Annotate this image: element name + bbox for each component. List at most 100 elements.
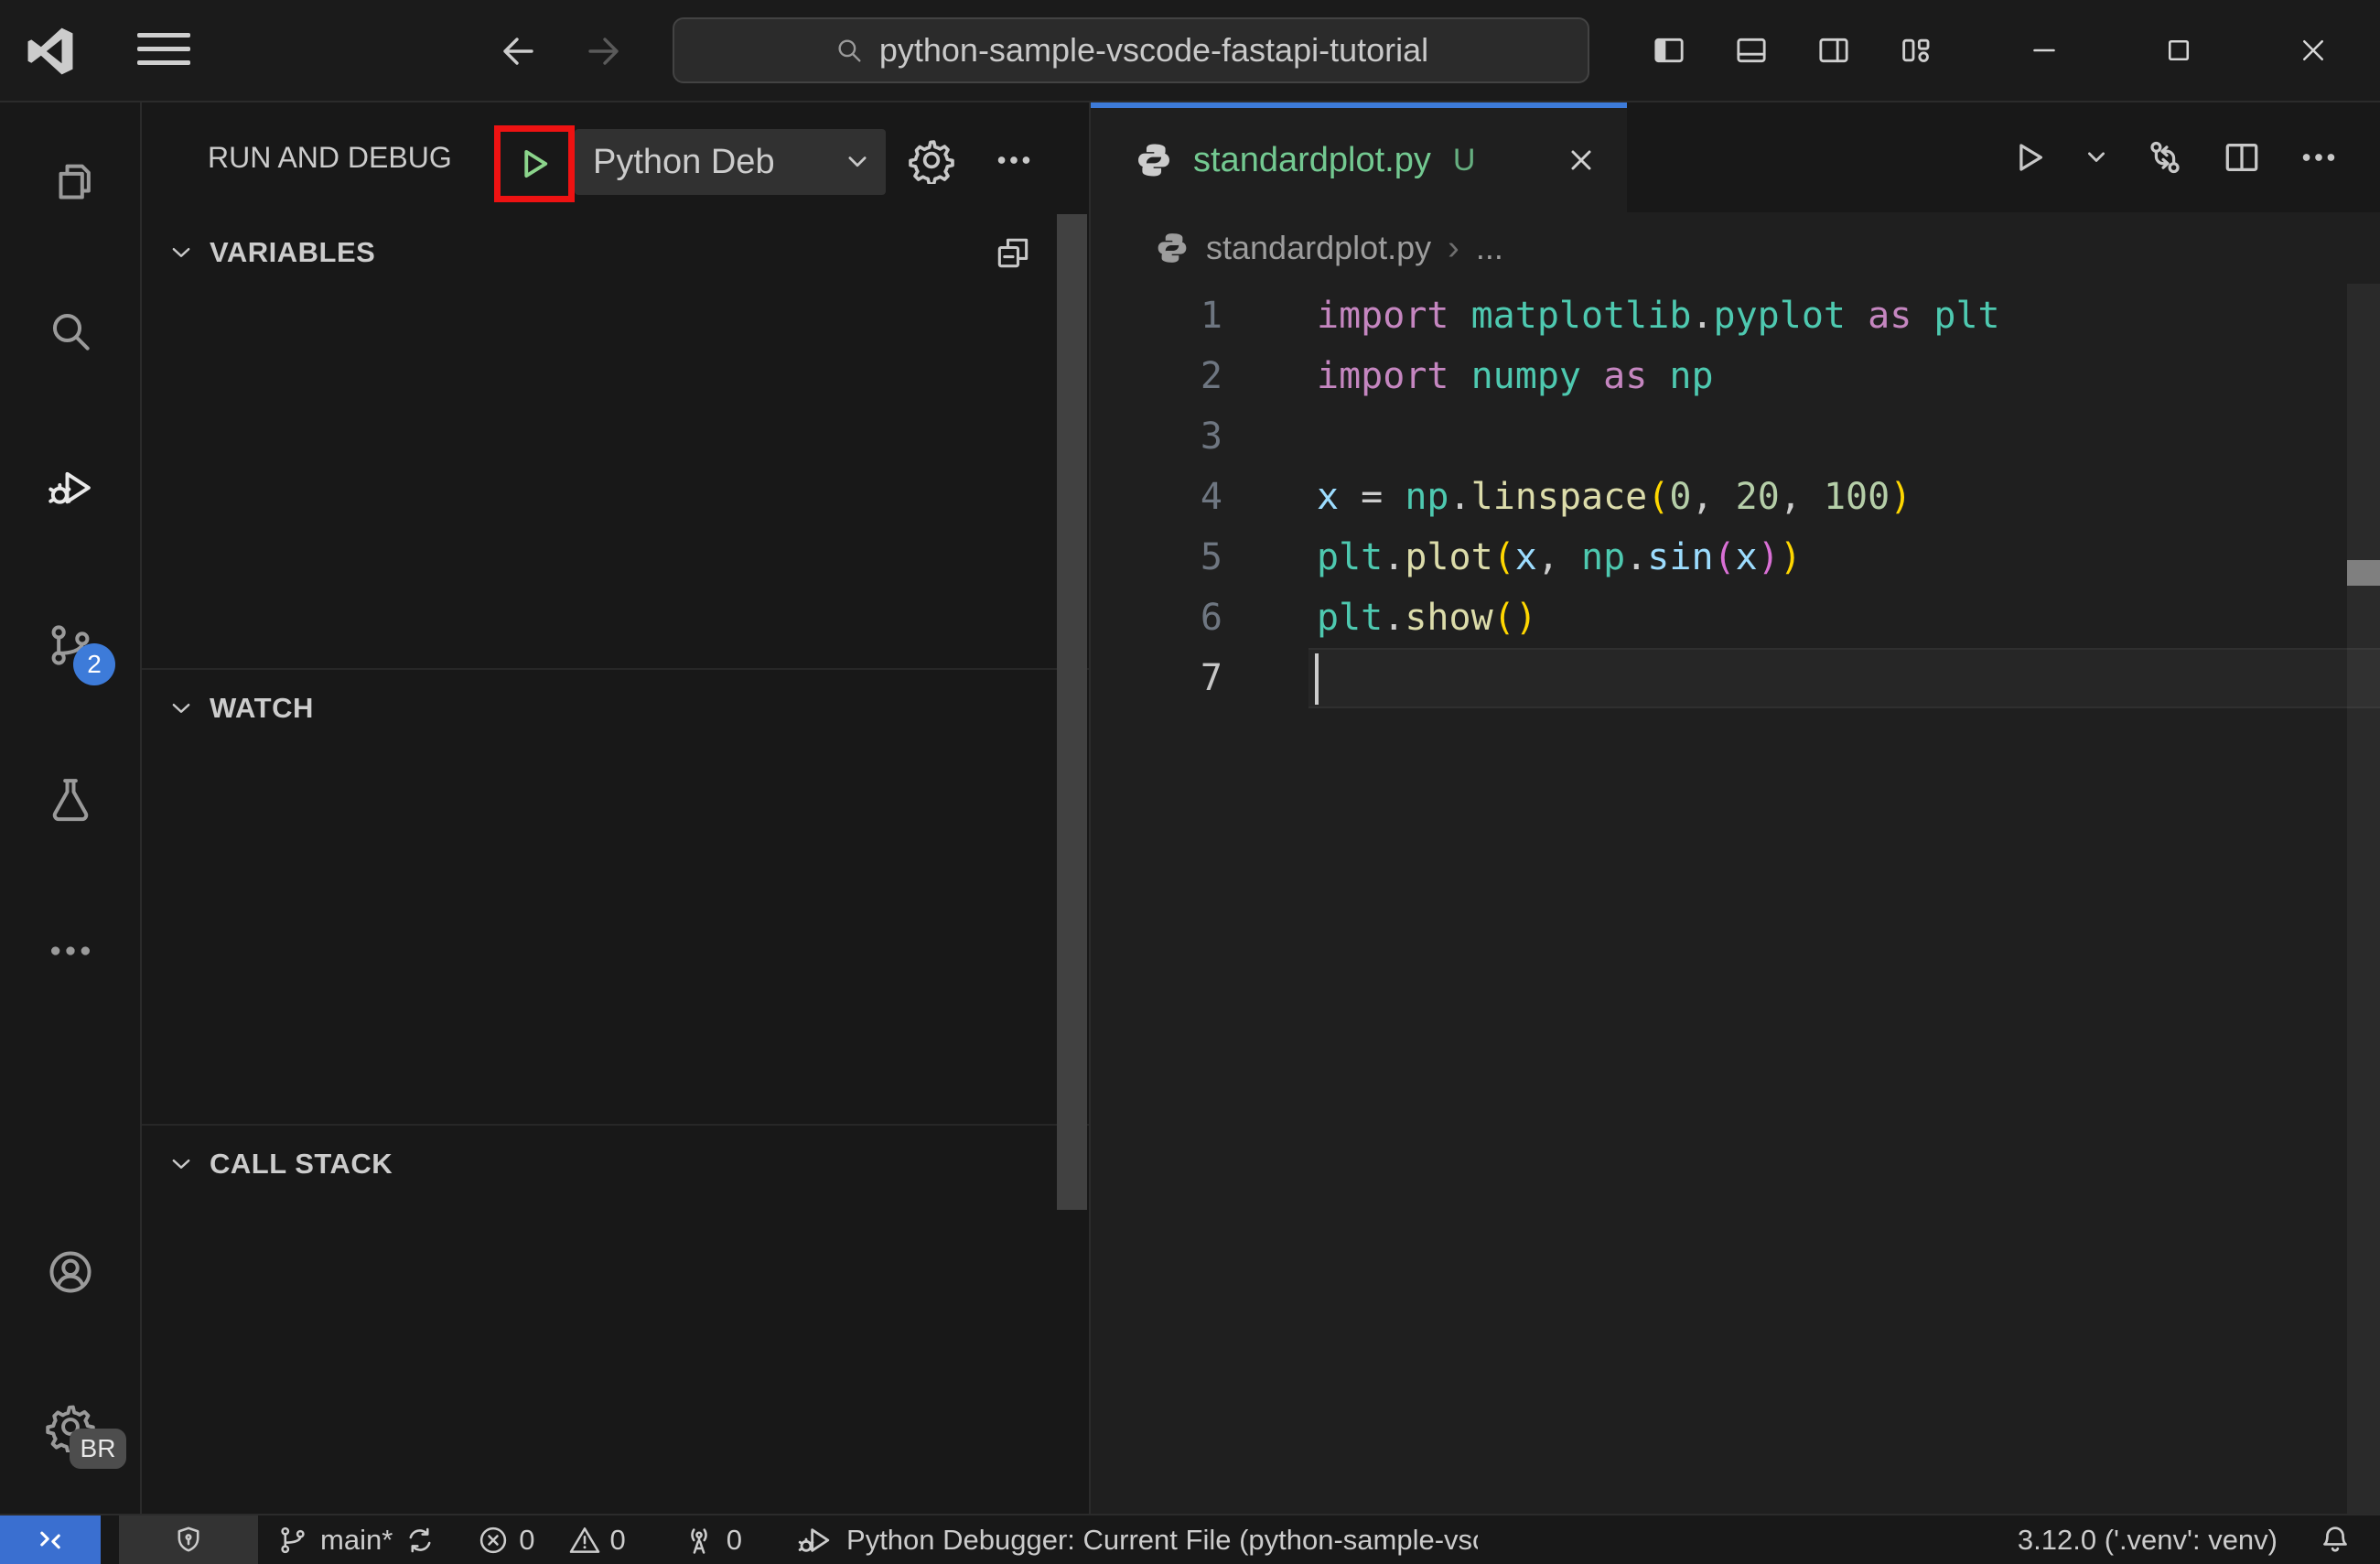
scrollbar-decoration: [2347, 560, 2380, 586]
problems-item[interactable]: 0 0: [477, 1515, 626, 1564]
ports-item[interactable]: 0: [683, 1515, 742, 1564]
debug-config-label: Python Deb: [593, 142, 775, 181]
code-line[interactable]: 5 plt.plot(x, np.sin(x)): [1091, 527, 2380, 588]
title-bar: python-sample-vscode-fastapi-tutorial: [0, 0, 2380, 102]
line-number: 5: [1200, 536, 1222, 578]
git-untracked-badge: U: [1452, 142, 1476, 178]
debug-icon: [45, 462, 96, 513]
activity-more-button[interactable]: [0, 922, 140, 980]
editor-more-icon[interactable]: [2298, 136, 2340, 178]
section-label: WATCH: [210, 692, 314, 724]
views-more-button[interactable]: [985, 132, 1042, 189]
maximize-icon: [2162, 34, 2195, 67]
search-icon: [45, 306, 96, 357]
menu-icon[interactable]: [137, 33, 190, 70]
customize-layout-icon[interactable]: [1898, 32, 1934, 69]
toggle-sidebar-icon[interactable]: [1651, 32, 1687, 69]
settings-button[interactable]: BR: [0, 1397, 140, 1469]
command-center-search[interactable]: python-sample-vscode-fastapi-tutorial: [673, 17, 1589, 83]
code-line[interactable]: 3: [1091, 406, 2380, 467]
sidebar-scrollbar[interactable]: [1057, 214, 1087, 1210]
git-branch-item[interactable]: main*: [276, 1515, 436, 1564]
debugger-status-text: Python Debugger: Current File (python-sa…: [846, 1523, 1479, 1556]
close-tab-icon[interactable]: [1565, 144, 1598, 177]
code-line[interactable]: 7: [1091, 648, 2380, 708]
section-variables[interactable]: VARIABLES: [142, 213, 1089, 292]
close-window-button[interactable]: [2245, 0, 2380, 101]
breadcrumb[interactable]: standardplot.py › ...: [1091, 212, 2380, 284]
chevron-down-icon: [167, 239, 195, 266]
run-dropdown-chevron-icon[interactable]: [2084, 145, 2109, 170]
sidebar-item-search[interactable]: [0, 302, 140, 361]
section-call-stack[interactable]: CALL STACK: [142, 1124, 1089, 1203]
tab-standardplot[interactable]: standardplot.py U: [1091, 102, 1627, 212]
code-lines[interactable]: 1 import matplotlib.pyplot as plt 2 import …: [1091, 284, 2380, 1514]
error-count: 0: [519, 1523, 535, 1556]
line-number: 1: [1200, 295, 1222, 337]
profile-badge: BR: [70, 1429, 126, 1469]
run-debug-sidebar: RUN AND DEBUG Python Deb VARIABLES WATCH…: [142, 102, 1091, 1514]
editor-group: standardplot.py U standardplot.py › ... …: [1091, 102, 2380, 1514]
toggle-panel-icon[interactable]: [1733, 32, 1770, 69]
remote-indicator[interactable]: [0, 1515, 101, 1564]
vscode-logo-icon: [24, 25, 77, 78]
chevron-right-icon: ›: [1448, 228, 1459, 267]
python-file-icon: [1155, 231, 1190, 265]
source-control-badge: 2: [73, 643, 115, 685]
section-label: VARIABLES: [210, 236, 376, 268]
line-number: 3: [1200, 415, 1222, 458]
code-line[interactable]: 2 import numpy as np: [1091, 346, 2380, 406]
gear-icon: [908, 136, 955, 184]
line-number: 4: [1200, 476, 1222, 518]
files-icon: [45, 156, 96, 207]
breadcrumb-symbol[interactable]: ...: [1476, 229, 1503, 267]
debug-config-dropdown[interactable]: Python Deb: [575, 129, 886, 195]
breadcrumb-file[interactable]: standardplot.py: [1206, 229, 1431, 267]
debug-alt-icon: [797, 1522, 834, 1559]
radio-tower-icon: [683, 1524, 716, 1557]
toggle-secondary-sidebar-icon[interactable]: [1815, 32, 1852, 69]
account-button[interactable]: [0, 1243, 140, 1301]
close-icon: [2297, 34, 2330, 67]
python-file-icon: [1135, 141, 1173, 179]
more-icon: [45, 925, 96, 976]
sidebar-item-explorer[interactable]: [0, 152, 140, 210]
python-interpreter-item[interactable]: 3.12.0 ('.venv': venv): [2018, 1524, 2278, 1557]
run-file-button[interactable]: [2007, 136, 2049, 178]
start-debugging-button[interactable]: [515, 145, 554, 183]
workspace-trust-button[interactable]: [119, 1515, 258, 1564]
sidebar-item-testing[interactable]: [0, 770, 140, 828]
notifications-bell-icon[interactable]: [2318, 1523, 2353, 1558]
code-line[interactable]: 6 plt.show(): [1091, 588, 2380, 648]
maximize-button[interactable]: [2111, 0, 2245, 101]
chevron-down-icon: [844, 148, 871, 176]
section-watch[interactable]: WATCH: [142, 668, 1089, 747]
section-label: CALL STACK: [210, 1148, 393, 1180]
sidebar-item-run-debug[interactable]: [0, 458, 140, 517]
warning-icon: [568, 1524, 601, 1557]
ports-count: 0: [726, 1523, 743, 1556]
debugger-status-item[interactable]: Python Debugger: Current File (python-sa…: [797, 1515, 1478, 1564]
more-icon: [993, 139, 1035, 181]
sidebar-toolbar: RUN AND DEBUG Python Deb: [142, 102, 1089, 213]
search-value: python-sample-vscode-fastapi-tutorial: [878, 31, 1429, 69]
editor-scrollbar[interactable]: [2347, 284, 2380, 1514]
back-arrow-icon[interactable]: [496, 29, 540, 73]
collapse-all-icon: [993, 232, 1033, 273]
sidebar-item-source-control[interactable]: 2: [0, 616, 140, 685]
split-editor-icon[interactable]: [2221, 136, 2263, 178]
minimize-button[interactable]: [1976, 0, 2111, 101]
code-line[interactable]: 1 import matplotlib.pyplot as plt: [1091, 286, 2380, 346]
code-line[interactable]: 4x = np.linspace(0, 20, 100): [1091, 467, 2380, 527]
activity-bar: 2 BR: [0, 102, 142, 1514]
git-branch-icon: [276, 1524, 309, 1557]
text-cursor: [1315, 653, 1319, 705]
current-line-highlight: [1308, 648, 2380, 708]
shield-icon: [172, 1524, 205, 1557]
chevron-down-icon: [167, 695, 195, 722]
forward-arrow-icon[interactable]: [582, 29, 626, 73]
open-changes-icon[interactable]: [2144, 136, 2186, 178]
account-icon: [45, 1246, 96, 1298]
debug-settings-button[interactable]: [903, 132, 960, 189]
collapse-all-button[interactable]: [990, 230, 1036, 275]
